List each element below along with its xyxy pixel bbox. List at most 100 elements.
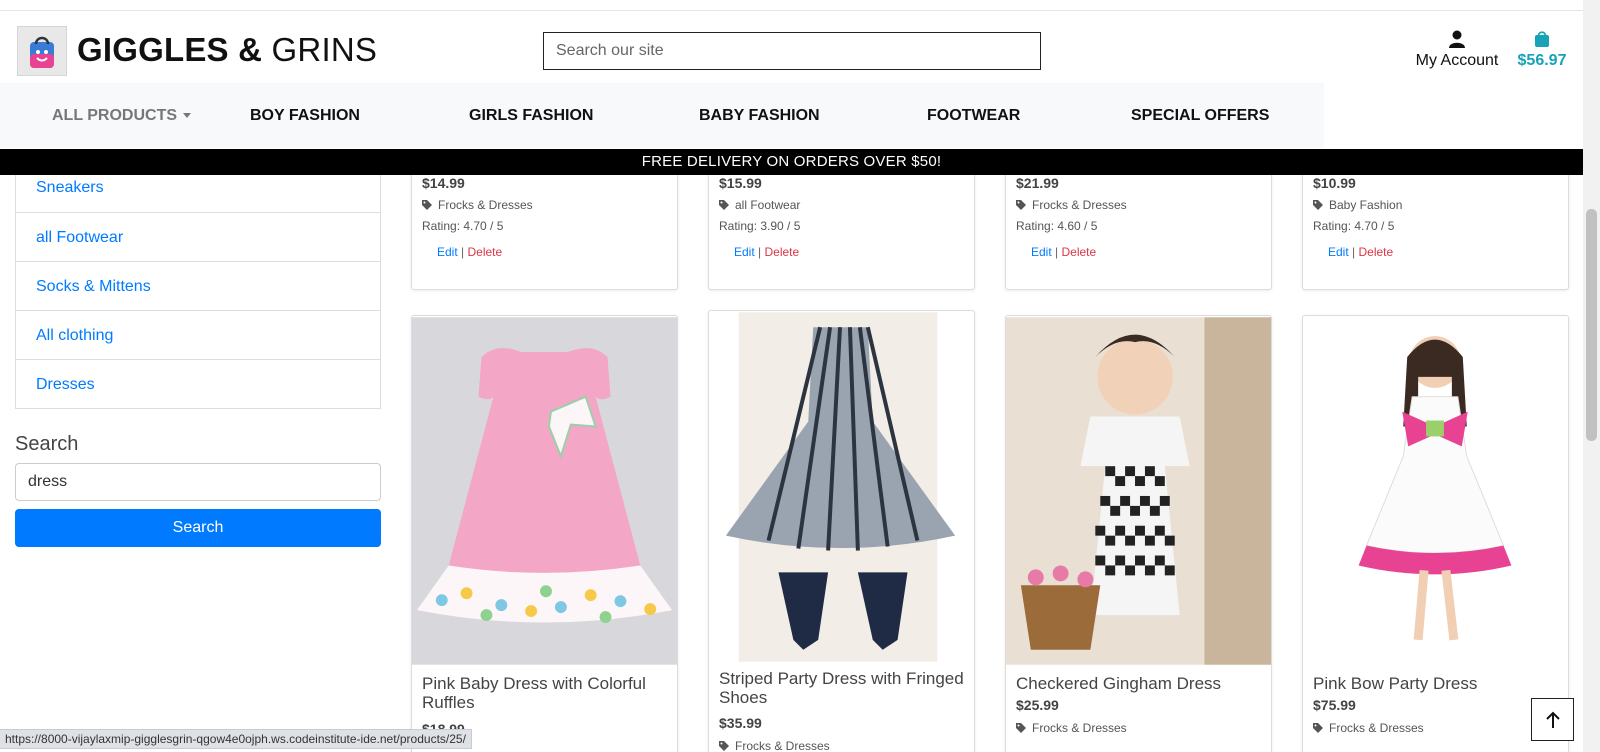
brand-bold: GIGGLES: [77, 31, 229, 68]
tag-icon: [1016, 200, 1026, 210]
product-rating: Rating: 4.60 / 5: [1016, 219, 1098, 233]
product-price: $21.99: [1016, 175, 1059, 191]
product-name[interactable]: Pink Bow Party Dress: [1313, 674, 1558, 693]
product-category[interactable]: Frocks & Dresses: [422, 198, 533, 212]
caret-down-icon: [183, 113, 192, 119]
tag-icon: [1016, 723, 1026, 733]
edit-link[interactable]: Edit: [1031, 245, 1052, 259]
scrollbar-thumb[interactable]: [1586, 209, 1597, 441]
checkered-gingham-dress-image[interactable]: [1006, 316, 1271, 666]
product-rating: Rating: 4.70 / 5: [1313, 219, 1395, 233]
product-category-label: Baby Fashion: [1329, 198, 1403, 212]
sidebar-search-heading: Search: [15, 433, 79, 455]
separator: |: [754, 245, 765, 259]
back-to-top-button[interactable]: [1531, 698, 1574, 741]
product-rating: Rating: 4.70 / 5: [422, 219, 504, 233]
product-actions: Edit | Delete: [437, 245, 502, 259]
sidebar-search-button[interactable]: Search: [15, 509, 381, 547]
product-card: $14.99 Frocks & Dresses Rating: 4.70 / 5…: [411, 160, 678, 290]
product-category[interactable]: Frocks & Dresses: [1016, 198, 1127, 212]
product-card[interactable]: Striped Party Dress with Fringed Shoes $…: [708, 310, 975, 752]
page-scrollbar[interactable]: [1583, 0, 1600, 752]
product-card: $10.99 Baby Fashion Rating: 4.70 / 5 Edi…: [1302, 160, 1569, 290]
delete-link[interactable]: Delete: [1358, 245, 1393, 259]
category-dresses[interactable]: Dresses: [16, 359, 380, 408]
edit-link[interactable]: Edit: [1328, 245, 1349, 259]
product-card[interactable]: Pink Bow Party Dress $75.99 Frocks & Dre…: [1302, 315, 1569, 752]
product-name[interactable]: Pink Baby Dress with Colorful Ruffles: [422, 674, 667, 712]
product-price: $14.99: [422, 175, 465, 191]
tag-icon: [1313, 200, 1323, 210]
product-price: $15.99: [719, 175, 762, 191]
edit-link[interactable]: Edit: [734, 245, 755, 259]
product-category-label: Frocks & Dresses: [1032, 198, 1127, 212]
product-price: $25.99: [1016, 697, 1059, 713]
tag-icon: [422, 200, 432, 210]
account-label: My Account: [1415, 52, 1499, 69]
pink-baby-dress-image[interactable]: [412, 316, 677, 666]
edit-link[interactable]: Edit: [437, 245, 458, 259]
arrow-up-icon: [1545, 711, 1560, 728]
product-card: $15.99 all Footwear Rating: 3.90 / 5 Edi…: [708, 160, 975, 290]
delete-link[interactable]: Delete: [1061, 245, 1096, 259]
brand-amp: &: [228, 31, 272, 68]
category-socks-mittens[interactable]: Socks & Mittens: [16, 261, 380, 310]
sidebar-search-input[interactable]: [15, 463, 381, 501]
product-actions: Edit | Delete: [1328, 245, 1393, 259]
delete-link[interactable]: Delete: [467, 245, 502, 259]
product-card[interactable]: Checkered Gingham Dress $25.99 Frocks & …: [1005, 315, 1272, 752]
tag-icon: [719, 741, 729, 751]
shopping-bag-logo-icon: [30, 36, 54, 68]
status-bar-url: https://8000-vijaylaxmip-gigglesgrin-qgo…: [0, 729, 472, 749]
product-category[interactable]: Frocks & Dresses: [1313, 721, 1424, 735]
product-category[interactable]: all Footwear: [719, 198, 800, 212]
striped-party-dress-image[interactable]: [709, 311, 974, 663]
product-category[interactable]: Frocks & Dresses: [1016, 721, 1127, 735]
category-list: Sneakers all Footwear Socks & Mittens Al…: [15, 163, 381, 409]
my-account-link[interactable]: My Account: [1412, 30, 1502, 70]
product-actions: Edit | Delete: [1031, 245, 1096, 259]
nav-girls-fashion[interactable]: GIRLS FASHION: [469, 107, 593, 125]
category-all-footwear[interactable]: all Footwear: [16, 212, 380, 261]
product-category-label: Frocks & Dresses: [1032, 721, 1127, 735]
logo[interactable]: [17, 26, 67, 76]
product-category[interactable]: Frocks & Dresses: [719, 739, 830, 752]
separator: |: [1348, 245, 1359, 259]
separator: |: [457, 245, 468, 259]
brand-rest: GRINS: [271, 31, 378, 68]
product-category-label: Frocks & Dresses: [1329, 721, 1424, 735]
product-rating: Rating: 3.90 / 5: [719, 219, 801, 233]
shopping-bag-icon: [1535, 31, 1549, 47]
nav-all-products-label: ALL PRODUCTS: [52, 107, 178, 124]
nav-baby-fashion[interactable]: BABY FASHION: [699, 107, 820, 125]
bag-total: $56.97: [1517, 52, 1567, 69]
brand-name[interactable]: GIGGLES & GRINS: [77, 31, 377, 69]
delete-link[interactable]: Delete: [764, 245, 799, 259]
product-name[interactable]: Checkered Gingham Dress: [1016, 674, 1261, 693]
page: GIGGLES & GRINS My Account $56.97 ALL PR…: [0, 0, 1600, 752]
product-card[interactable]: Pink Baby Dress with Colorful Ruffles $1…: [411, 315, 678, 752]
nav-all-products[interactable]: ALL PRODUCTS: [52, 107, 192, 125]
separator: |: [1051, 245, 1062, 259]
product-category-label: Frocks & Dresses: [438, 198, 533, 212]
nav-footwear[interactable]: FOOTWEAR: [927, 107, 1020, 125]
tag-icon: [1313, 723, 1323, 733]
product-card: $21.99 Frocks & Dresses Rating: 4.60 / 5…: [1005, 160, 1272, 290]
product-name[interactable]: Striped Party Dress with Fringed Shoes: [719, 669, 964, 707]
product-price: $10.99: [1313, 175, 1356, 191]
product-category[interactable]: Baby Fashion: [1313, 198, 1402, 212]
category-all-clothing[interactable]: All clothing: [16, 310, 380, 359]
product-price: $75.99: [1313, 697, 1356, 713]
nav-special-offers[interactable]: SPECIAL OFFERS: [1131, 107, 1269, 125]
nav-boy-fashion[interactable]: BOY FASHION: [250, 107, 360, 125]
pink-bow-party-dress-image[interactable]: [1303, 316, 1568, 666]
product-price: $35.99: [719, 715, 762, 731]
site-search-input[interactable]: [543, 32, 1041, 70]
product-actions: Edit | Delete: [734, 245, 799, 259]
main-navigation: ALL PRODUCTS BOY FASHION GIRLS FASHION B…: [0, 83, 1324, 148]
user-icon: [1449, 30, 1465, 48]
product-category-label: all Footwear: [735, 198, 801, 212]
site-header: GIGGLES & GRINS My Account $56.97: [0, 11, 1583, 83]
free-delivery-banner: FREE DELIVERY ON ORDERS OVER $50!: [0, 149, 1583, 175]
shopping-bag-link[interactable]: $56.97: [1514, 30, 1570, 70]
